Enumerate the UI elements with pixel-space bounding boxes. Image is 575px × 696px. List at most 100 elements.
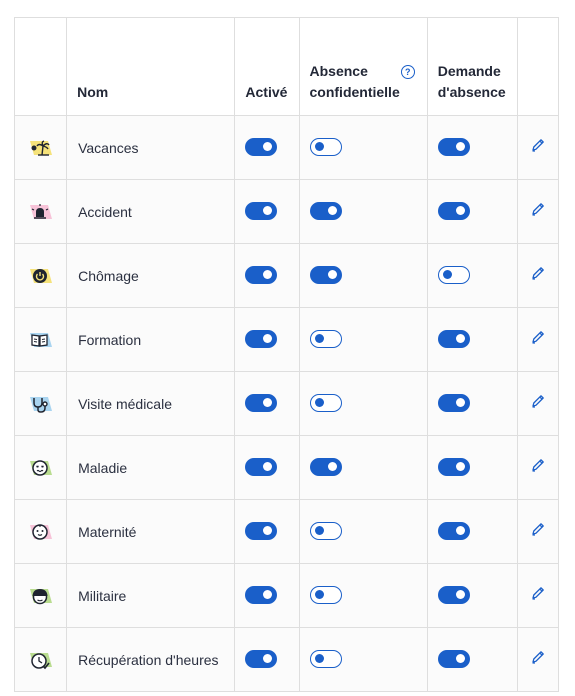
table-row: Chômage <box>13 243 560 308</box>
active-toggle[interactable] <box>245 522 278 541</box>
edit-pencil-icon[interactable] <box>530 265 546 286</box>
table-row: Vacances <box>13 115 560 180</box>
header-request: Demande d'absence <box>426 17 518 116</box>
row-icon-cell <box>13 307 68 372</box>
toggle-knob <box>314 398 324 408</box>
row-edit-cell <box>516 499 560 564</box>
row-edit-cell <box>516 179 560 244</box>
row-icon-cell <box>13 179 68 244</box>
header-confidential: Absence confidentielle ? <box>298 17 428 116</box>
row-active-cell <box>234 499 300 564</box>
active-toggle[interactable] <box>245 266 278 285</box>
row-confidential-cell <box>298 435 428 500</box>
row-active-cell <box>234 243 300 308</box>
toggle-knob <box>263 334 273 344</box>
edit-pencil-icon[interactable] <box>530 329 546 350</box>
request-toggle[interactable] <box>437 138 470 157</box>
row-edit-cell <box>516 563 560 628</box>
row-request-cell <box>426 499 518 564</box>
request-toggle[interactable] <box>437 458 470 477</box>
row-icon-cell <box>13 627 68 692</box>
active-toggle[interactable] <box>245 586 278 605</box>
request-toggle[interactable] <box>437 330 470 349</box>
sick-face-icon <box>27 457 53 479</box>
toggle-knob <box>327 206 337 216</box>
toggle-knob <box>327 270 337 280</box>
row-edit-cell <box>516 435 560 500</box>
row-confidential-cell <box>298 627 428 692</box>
active-toggle[interactable] <box>245 458 278 477</box>
request-toggle[interactable] <box>437 394 470 413</box>
toggle-knob <box>314 654 324 664</box>
table-row: Formation <box>13 307 560 372</box>
row-name: Récupération d'heures <box>66 627 236 692</box>
edit-pencil-icon[interactable] <box>530 201 546 222</box>
request-toggle[interactable] <box>437 202 470 221</box>
row-name: Visite médicale <box>66 371 236 436</box>
row-confidential-cell <box>298 499 428 564</box>
header-active: Activé <box>234 17 300 116</box>
confidential-toggle[interactable] <box>309 650 342 669</box>
row-active-cell <box>234 371 300 436</box>
request-toggle[interactable] <box>437 266 470 285</box>
row-confidential-cell <box>298 371 428 436</box>
toggle-knob <box>455 526 465 536</box>
table-header-row: Nom Activé Absence confidentielle ? Dema… <box>13 17 560 116</box>
row-name: Vacances <box>66 115 236 180</box>
table-row: Visite médicale <box>13 371 560 436</box>
row-request-cell <box>426 243 518 308</box>
row-confidential-cell <box>298 179 428 244</box>
request-toggle[interactable] <box>437 522 470 541</box>
confidential-toggle[interactable] <box>309 586 342 605</box>
toggle-knob <box>263 590 273 600</box>
active-toggle[interactable] <box>245 330 278 349</box>
confidential-toggle[interactable] <box>309 394 342 413</box>
toggle-knob <box>314 142 324 152</box>
stethoscope-icon <box>27 393 53 415</box>
confidential-toggle[interactable] <box>309 202 342 221</box>
row-name: Militaire <box>66 563 236 628</box>
confidential-toggle[interactable] <box>309 138 342 157</box>
row-request-cell <box>426 115 518 180</box>
siren-icon <box>27 201 53 223</box>
request-toggle[interactable] <box>437 586 470 605</box>
row-active-cell <box>234 115 300 180</box>
toggle-knob <box>263 526 273 536</box>
toggle-knob <box>314 334 324 344</box>
confidential-toggle[interactable] <box>309 458 342 477</box>
toggle-knob <box>455 206 465 216</box>
row-active-cell <box>234 627 300 692</box>
toggle-knob <box>314 526 324 536</box>
power-icon <box>27 265 53 287</box>
row-edit-cell <box>516 307 560 372</box>
row-request-cell <box>426 179 518 244</box>
request-toggle[interactable] <box>437 650 470 669</box>
toggle-knob <box>455 590 465 600</box>
confidential-toggle[interactable] <box>309 522 342 541</box>
edit-pencil-icon[interactable] <box>530 521 546 542</box>
toggle-knob <box>455 654 465 664</box>
edit-pencil-icon[interactable] <box>530 137 546 158</box>
header-edit <box>516 17 560 116</box>
help-icon[interactable]: ? <box>400 65 415 79</box>
edit-pencil-icon[interactable] <box>530 649 546 670</box>
row-icon-cell <box>13 563 68 628</box>
row-confidential-cell <box>298 115 428 180</box>
edit-pencil-icon[interactable] <box>530 393 546 414</box>
active-toggle[interactable] <box>245 202 278 221</box>
active-toggle[interactable] <box>245 394 278 413</box>
active-toggle[interactable] <box>245 650 278 669</box>
edit-pencil-icon[interactable] <box>530 585 546 606</box>
confidential-toggle[interactable] <box>309 330 342 349</box>
table-row: Militaire <box>13 563 560 628</box>
row-edit-cell <box>516 115 560 180</box>
header-icon <box>13 17 68 116</box>
row-icon-cell <box>13 115 68 180</box>
row-active-cell <box>234 307 300 372</box>
confidential-toggle[interactable] <box>309 266 342 285</box>
row-icon-cell <box>13 371 68 436</box>
toggle-knob <box>455 334 465 344</box>
row-request-cell <box>426 435 518 500</box>
active-toggle[interactable] <box>245 138 278 157</box>
edit-pencil-icon[interactable] <box>530 457 546 478</box>
